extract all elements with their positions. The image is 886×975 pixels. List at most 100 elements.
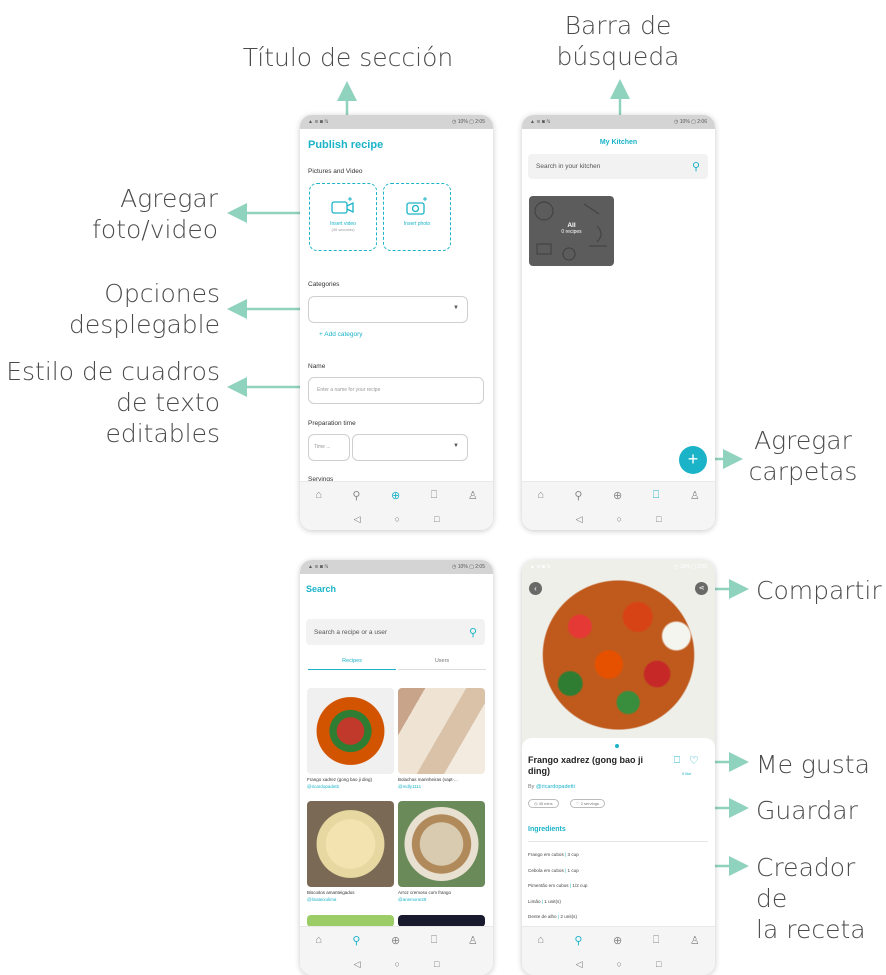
search-icon[interactable]: ⚲ bbox=[574, 489, 582, 502]
home-icon[interactable]: ⌂ bbox=[537, 934, 544, 946]
add-folder-fab[interactable]: + bbox=[679, 446, 707, 474]
home-circle-icon[interactable]: ○ bbox=[395, 959, 400, 969]
system-nav: ◁ ○ □ bbox=[300, 508, 493, 530]
recipe-thumb-4[interactable] bbox=[398, 801, 485, 887]
tab-recipes[interactable]: Recipes bbox=[308, 658, 396, 670]
prep-time-input[interactable]: Time ... bbox=[308, 434, 350, 461]
search-icon[interactable]: ⚲ bbox=[352, 489, 360, 502]
home-icon[interactable]: ⌂ bbox=[315, 934, 322, 946]
recipe-title: Frango xadrez (gong bao ji ding) bbox=[528, 755, 644, 776]
back-button[interactable]: ‹ bbox=[529, 582, 542, 595]
kitchen-search-input[interactable]: Search in your kitchen ⚲ bbox=[528, 154, 708, 179]
recents-icon[interactable]: □ bbox=[656, 959, 661, 969]
add-category-link[interactable]: + Add category bbox=[319, 331, 363, 338]
insert-video-button[interactable]: Insert video (45 seconds) bbox=[309, 183, 377, 251]
phone-my-kitchen: ▲ ≋ ◙ ℕ ◷ 10% ▢ 2:06 My Kitchen Search in… bbox=[522, 115, 715, 530]
annotation-search-bar: Barra de búsqueda bbox=[556, 11, 680, 71]
page-title: My Kitchen bbox=[599, 139, 638, 146]
home-circle-icon[interactable]: ○ bbox=[395, 514, 400, 524]
recents-icon[interactable]: □ bbox=[434, 959, 439, 969]
annotation-recipe-creator: Creador de la receta bbox=[756, 853, 866, 944]
prep-time-label: Preparation time bbox=[308, 420, 356, 427]
time-unit-select[interactable]: ▼ bbox=[352, 434, 468, 461]
heart-icon[interactable]: ♡ bbox=[689, 754, 699, 767]
recipe-title-3[interactable]: Biscoitos amanteigados bbox=[307, 890, 355, 895]
likes-count: 0 like bbox=[682, 771, 692, 776]
recipe-author-4[interactable]: @anemone29 bbox=[398, 897, 426, 902]
photo-camera-icon bbox=[406, 197, 427, 215]
system-nav: ◁ ○ □ bbox=[522, 508, 715, 530]
ingredient-row: Pimentão em cubos | 1/2 cup bbox=[528, 883, 588, 888]
back-icon[interactable]: ◁ bbox=[354, 959, 361, 970]
recipe-title-1[interactable]: Frango xadrez (gong bao ji ding) bbox=[307, 777, 395, 782]
phone-publish-recipe: ▲ ≋ ◙ ℕ ◷ 10% ▢ 2:05 Publish recipe Pictu… bbox=[300, 115, 493, 530]
servings-chip: ♡ 2 servings bbox=[570, 799, 605, 808]
bottom-nav: ⌂ ⚲ ⊕ ⎕ ♙ bbox=[522, 481, 715, 508]
add-icon[interactable]: ⊕ bbox=[613, 489, 622, 502]
recents-icon[interactable]: □ bbox=[656, 514, 661, 524]
recipe-title-4[interactable]: Arroz cremoso com frango bbox=[398, 890, 451, 895]
page-title: Publish recipe bbox=[308, 139, 384, 151]
recipe-thumb-2[interactable] bbox=[398, 688, 485, 774]
recipe-thumb-3[interactable] bbox=[307, 801, 394, 887]
recipe-author-2[interactable]: @mdly1111 bbox=[398, 784, 421, 789]
ingredient-row: Limão | 1 unit(s) bbox=[528, 899, 561, 904]
system-nav: ◁ ○ □ bbox=[300, 953, 493, 975]
bookmark-icon[interactable]: ⎕ bbox=[653, 489, 660, 502]
home-circle-icon[interactable]: ○ bbox=[617, 959, 622, 969]
home-icon[interactable]: ⌂ bbox=[315, 489, 322, 501]
status-bar: ▲ ≋ ◙ ℕ ◷ 10% ▢ 2:05 bbox=[300, 115, 493, 129]
video-camera-icon bbox=[331, 197, 354, 214]
profile-icon[interactable]: ♙ bbox=[690, 934, 700, 947]
search-icon[interactable]: ⚲ bbox=[352, 934, 360, 947]
search-icon[interactable]: ⚲ bbox=[469, 626, 477, 639]
time-chip: ◷ 45 mins bbox=[528, 799, 559, 808]
back-icon[interactable]: ◁ bbox=[576, 959, 583, 970]
dropdown-caret-icon: ▼ bbox=[453, 443, 459, 449]
tab-users[interactable]: Users bbox=[398, 658, 486, 670]
pictures-label: Pictures and Video bbox=[308, 168, 363, 175]
search-icon[interactable]: ⚲ bbox=[692, 160, 700, 173]
recipe-byline: By @ricardopadetti bbox=[528, 784, 575, 790]
phone-recipe-detail: ▲ ≋ ◙ ℕ ◷ 10% ▢ 2:05 ‹ ⋖ Frango xadrez (g… bbox=[522, 560, 715, 975]
recipe-name-input[interactable]: Enter a name for your recipe bbox=[308, 377, 484, 404]
recipe-search-input[interactable]: Search a recipe or a user ⚲ bbox=[306, 619, 485, 645]
bookmark-icon[interactable]: ⎕ bbox=[653, 934, 660, 947]
profile-icon[interactable]: ♙ bbox=[468, 934, 478, 947]
annotation-add-folders: Agregar carpetas bbox=[748, 426, 858, 486]
folder-all[interactable]: All 0 recipes bbox=[529, 196, 614, 266]
profile-icon[interactable]: ♙ bbox=[468, 489, 478, 502]
bottom-nav: ⌂ ⚲ ⊕ ⎕ ♙ bbox=[300, 481, 493, 508]
recipe-info-panel: Frango xadrez (gong bao ji ding) By @ric… bbox=[522, 738, 715, 928]
recipe-author-link[interactable]: @ricardopadetti bbox=[536, 784, 575, 790]
status-bar: ▲ ≋ ◙ ℕ ◷ 10% ▢ 2:06 bbox=[522, 115, 715, 129]
recipe-title-2[interactable]: Bolachas marinheiras (vapt-... bbox=[398, 777, 486, 782]
status-bar: ▲ ≋ ◙ ℕ ◷ 10% ▢ 2:05 bbox=[530, 564, 707, 570]
bookmark-icon[interactable]: ⎕ bbox=[431, 489, 438, 502]
add-icon[interactable]: ⊕ bbox=[613, 934, 622, 947]
add-icon[interactable]: ⊕ bbox=[391, 934, 400, 947]
divider bbox=[528, 841, 708, 842]
ingredient-row: Frango em cubos | 3 cup bbox=[528, 852, 579, 857]
back-icon[interactable]: ◁ bbox=[354, 514, 361, 525]
annotation-save: Guardar bbox=[756, 796, 858, 825]
profile-icon[interactable]: ♙ bbox=[690, 489, 700, 502]
add-icon[interactable]: ⊕ bbox=[391, 489, 400, 502]
page-title: Search bbox=[306, 584, 337, 594]
bookmark-icon[interactable]: ⎕ bbox=[431, 934, 438, 947]
recipe-author-1[interactable]: @ricardopadetti bbox=[307, 784, 339, 789]
annotation-dropdown: Opciones desplegable bbox=[69, 279, 220, 339]
back-icon[interactable]: ◁ bbox=[576, 514, 583, 525]
recipe-thumb-1[interactable] bbox=[307, 688, 394, 774]
dropdown-caret-icon: ▼ bbox=[453, 305, 459, 311]
home-circle-icon[interactable]: ○ bbox=[617, 514, 622, 524]
recipe-author-3[interactable]: @linateixolima bbox=[307, 897, 336, 902]
insert-photo-button[interactable]: Insert photo bbox=[383, 183, 451, 251]
recents-icon[interactable]: □ bbox=[434, 514, 439, 524]
bookmark-icon[interactable]: ⎕ bbox=[674, 755, 680, 766]
share-icon[interactable]: ⋖ bbox=[695, 582, 708, 595]
categories-select[interactable]: ▼ bbox=[308, 296, 468, 323]
status-bar: ▲ ≋ ◙ ℕ ◷ 10% ▢ 2:05 bbox=[300, 560, 493, 574]
home-icon[interactable]: ⌂ bbox=[537, 489, 544, 501]
search-icon[interactable]: ⚲ bbox=[574, 934, 582, 947]
